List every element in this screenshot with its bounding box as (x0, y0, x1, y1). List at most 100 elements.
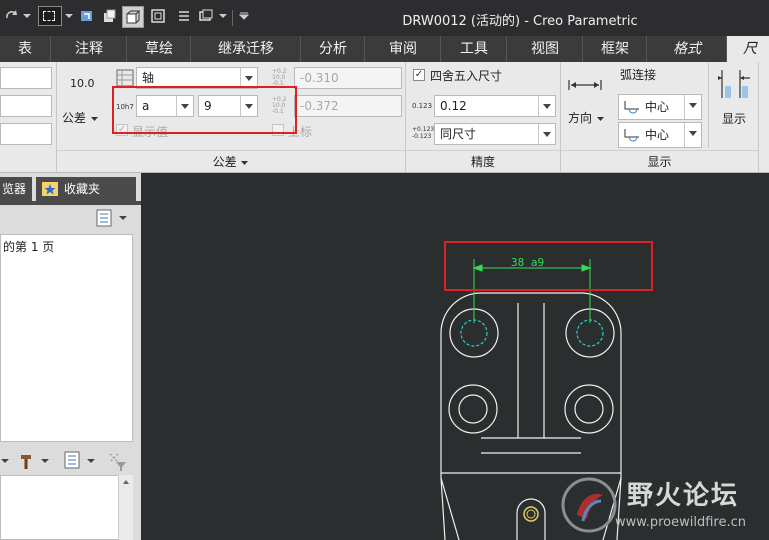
watermark: 野火论坛 www.proewildfire.cn (555, 473, 769, 540)
tolerance-decimal-value: 同尺寸 (440, 127, 477, 141)
tab-legacy-migration[interactable]: 继承迁移 (190, 36, 301, 62)
nominal-value-label: 10.0 (70, 77, 95, 90)
highlight-box-dimension (444, 241, 653, 291)
tolerance-decimal-select[interactable]: 同尺寸 (434, 123, 556, 145)
arc-center-select-2[interactable]: 中心 (618, 122, 702, 148)
tab-dimension[interactable]: 尺寸 (726, 36, 769, 83)
layer-toolbar (0, 449, 141, 475)
dropdown-arrow-icon[interactable] (64, 8, 74, 24)
arc-center-value-2: 中心 (645, 128, 670, 142)
tree-item-page[interactable]: 的第 1 页 (3, 238, 54, 255)
hole-mid-right-outer (564, 384, 614, 434)
dimension-text[interactable]: 38 a9 (511, 256, 544, 269)
value-field-3[interactable] (0, 123, 52, 145)
chevron-down-icon[interactable] (118, 215, 128, 221)
group-divider (758, 62, 759, 172)
chevron-down-icon (684, 95, 701, 119)
tab-sketch[interactable]: 草绘 (126, 36, 191, 62)
layer-tree (0, 475, 133, 540)
dropdown-arrow-icon[interactable] (218, 8, 228, 24)
value-field-2[interactable] (0, 95, 52, 117)
drawing-canvas[interactable]: 38 a9 野火论坛 www.proewildfire.cn (141, 173, 769, 540)
tab-model-browser[interactable]: 览器 (0, 177, 32, 201)
scroll-up-icon[interactable] (122, 479, 130, 485)
round-dimension-checkbox[interactable]: ✓ (413, 69, 425, 81)
arc-center-icon (624, 129, 639, 142)
chevron-down-icon (538, 124, 555, 144)
model-icon[interactable] (101, 8, 117, 24)
arc-center-value-1: 中心 (645, 100, 670, 114)
arc-center-icon (624, 101, 639, 114)
round-dimension-label: 四舍五入尺寸 (430, 69, 503, 83)
filter-icon[interactable] (108, 452, 130, 472)
direction-icon (568, 80, 602, 90)
ribbon-tab-bar: 表 注释 草绘 继承迁移 分析 审阅 工具 视图 框架 格式 尺寸 (0, 36, 769, 83)
select-box-button[interactable] (38, 6, 62, 26)
tab-tools[interactable]: 工具 (440, 36, 507, 62)
tolerance-button-label: 公差 (62, 111, 87, 125)
tab-review[interactable]: 审阅 (364, 36, 441, 62)
direction-button[interactable]: 方向 (568, 109, 605, 126)
decimal-places-icon: 0.123 (412, 102, 433, 110)
lower-tolerance-field[interactable]: -0.372 (294, 95, 402, 117)
show-label: 显示 (722, 112, 747, 126)
center-slot (517, 303, 545, 439)
tab-table[interactable]: 表 (0, 36, 50, 62)
tolerance-group-footer[interactable]: 公差 (57, 150, 405, 173)
list-view-icon[interactable] (96, 209, 112, 227)
bottom-pin-hole (523, 506, 539, 522)
cube-icon (126, 10, 141, 24)
chevron-down-icon (240, 68, 257, 88)
tab-format[interactable]: 格式 (646, 36, 727, 62)
tab-annotate[interactable]: 注释 (50, 36, 127, 62)
hole-top-left-inner (460, 319, 488, 347)
list-view-icon[interactable] (64, 451, 80, 469)
redo-icon[interactable] (4, 8, 20, 24)
hole-top-right-inner (576, 319, 604, 347)
dropdown-arrow-icon[interactable] (22, 8, 32, 24)
show-dimension-icon[interactable] (716, 68, 752, 100)
customize-arrow-icon[interactable] (238, 8, 250, 24)
ribbon-panel: 10.0 公差 轴 10h7 a 9 ✓ 显示值 +0.2 10.0 -0.1 … (0, 62, 769, 173)
layer-icon[interactable] (176, 8, 192, 24)
decimal-places-value: 0.12 (440, 99, 467, 113)
highlight-box-tolerance (112, 86, 297, 134)
dashed-select-icon (43, 11, 55, 21)
tab-frame[interactable]: 框架 (582, 36, 647, 62)
model-tree: 的第 1 页 (0, 234, 133, 442)
shaded-view-button[interactable] (122, 6, 144, 28)
chevron-down-icon[interactable] (86, 458, 96, 464)
tab-underline (0, 201, 141, 205)
table-tolerance-icon (116, 69, 134, 87)
hammer-icon[interactable] (18, 452, 36, 470)
windows-icon[interactable] (198, 8, 214, 24)
value-field-1[interactable] (0, 67, 52, 89)
tolerance-decimal-icon: +0.123 -0.123 (412, 126, 435, 140)
chevron-down-icon (538, 96, 555, 116)
upper-tolerance-icon: +0.2 10.0 -0.1 (272, 68, 287, 87)
display-group-label: 显示 (561, 150, 758, 173)
precision-group-label: 精度 (406, 150, 560, 173)
chevron-down-icon[interactable] (40, 458, 50, 464)
watermark-logo-icon (561, 477, 617, 533)
regenerate-icon[interactable] (79, 8, 95, 24)
tab-view[interactable]: 视图 (506, 36, 583, 62)
hole-mid-left-outer (448, 384, 498, 434)
watermark-title: 野火论坛 (627, 481, 740, 511)
upper-tolerance-field[interactable]: -0.310 (294, 67, 402, 89)
group-divider (708, 62, 709, 148)
title-bar: DRW0012 (活动的) - Creo Parametric (0, 0, 769, 36)
bottom-slot (516, 498, 546, 540)
tolerance-button[interactable]: 公差 (62, 109, 99, 126)
decimal-places-select[interactable]: 0.12 (434, 95, 556, 117)
favorites-star-icon (42, 182, 58, 196)
scrollbar[interactable] (118, 475, 133, 540)
chevron-down-icon[interactable] (0, 458, 10, 464)
watermark-url: www.proewildfire.cn (615, 515, 746, 530)
wireframe-icon[interactable] (150, 8, 166, 24)
arc-center-select-1[interactable]: 中心 (618, 94, 702, 120)
tab-favorites[interactable]: 收藏夹 (36, 177, 136, 201)
arc-connection-label: 弧连接 (620, 68, 657, 82)
direction-label: 方向 (568, 111, 593, 125)
tab-analysis[interactable]: 分析 (300, 36, 365, 62)
